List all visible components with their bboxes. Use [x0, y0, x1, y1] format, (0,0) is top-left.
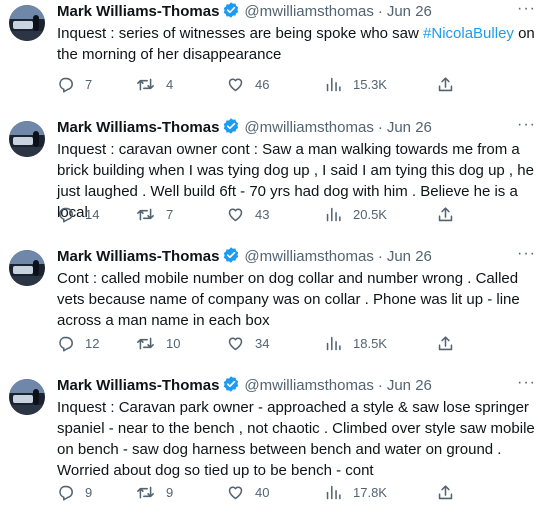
reply-count: 12 [85, 335, 100, 351]
author-name[interactable]: Mark Williams-Thomas [57, 119, 219, 136]
separator-dot: · [377, 377, 383, 394]
heart-icon [227, 335, 244, 352]
verified-badge-icon [222, 117, 240, 141]
author-name[interactable]: Mark Williams-Thomas [57, 3, 219, 20]
like-button[interactable]: 46 [227, 74, 269, 94]
tweet-date[interactable]: Jun 26 [387, 377, 432, 394]
author-handle[interactable]: @mwilliamsthomas [244, 377, 373, 394]
share-button[interactable] [437, 482, 454, 502]
tweet-date[interactable]: Jun 26 [387, 119, 432, 136]
action-bar: 12 10 34 18.5K [57, 333, 497, 353]
retweet-count: 9 [166, 484, 174, 500]
retweet-count: 7 [166, 206, 174, 222]
tweet-date[interactable]: Jun 26 [387, 3, 432, 20]
like-button[interactable]: 40 [227, 482, 269, 502]
like-count: 34 [255, 335, 270, 351]
heart-icon [227, 206, 244, 223]
reply-count: 9 [85, 484, 93, 500]
tweet-text: Cont : called mobile number on dog colla… [57, 270, 520, 329]
reply-button[interactable]: 9 [57, 482, 92, 502]
avatar[interactable] [9, 379, 45, 415]
views-button[interactable]: 18.5K [325, 333, 387, 353]
author-handle[interactable]: @mwilliamsthomas [244, 119, 373, 136]
separator-dot: · [377, 248, 383, 265]
reply-icon [57, 335, 74, 352]
share-button[interactable] [437, 74, 454, 94]
tweet-header: Mark Williams-Thomas @mwilliamsthomas · Jun… [57, 117, 432, 137]
avatar[interactable] [9, 5, 45, 41]
tweet-text: Inquest : series of witnesses are being … [57, 23, 537, 65]
separator-dot: · [377, 3, 383, 20]
reply-icon [57, 76, 74, 93]
tweet-header: Mark Williams-Thomas @mwilliamsthomas · Jun… [57, 246, 432, 266]
reply-button[interactable]: 7 [57, 74, 92, 94]
verified-badge-icon [222, 375, 240, 399]
retweet-icon [136, 206, 155, 223]
retweet-button[interactable]: 7 [136, 204, 173, 224]
verified-badge-icon [222, 246, 240, 270]
views-icon [325, 206, 342, 223]
share-icon [437, 76, 454, 93]
avatar[interactable] [9, 250, 45, 286]
author-name[interactable]: Mark Williams-Thomas [57, 377, 219, 394]
action-bar: 7 4 46 15.3K [57, 74, 497, 94]
retweet-icon [136, 76, 155, 93]
like-count: 43 [255, 206, 270, 222]
like-button[interactable]: 34 [227, 333, 269, 353]
more-dots-icon[interactable]: ··· [517, 245, 536, 263]
views-button[interactable]: 20.5K [325, 204, 387, 224]
tweet-text-part: Inquest : series of witnesses are being … [57, 25, 424, 42]
views-button[interactable]: 15.3K [325, 74, 387, 94]
retweet-button[interactable]: 4 [136, 74, 173, 94]
reply-button[interactable]: 14 [57, 204, 99, 224]
author-handle[interactable]: @mwilliamsthomas [244, 248, 373, 265]
hashtag-link[interactable]: #NicolaBulley [423, 25, 514, 42]
verified-badge-icon [222, 1, 240, 25]
view-count: 17.8K [353, 484, 387, 500]
heart-icon [227, 484, 244, 501]
tweet-header: Mark Williams-Thomas @mwilliamsthomas · Jun… [57, 375, 432, 395]
reply-icon [57, 484, 74, 501]
tweet-text: Inquest : Caravan park owner - approache… [57, 399, 535, 479]
retweet-button[interactable]: 10 [136, 333, 180, 353]
author-name[interactable]: Mark Williams-Thomas [57, 248, 219, 265]
reply-icon [57, 206, 74, 223]
views-icon [325, 484, 342, 501]
view-count: 20.5K [353, 206, 387, 222]
more-dots-icon[interactable]: ··· [517, 0, 536, 18]
view-count: 15.3K [353, 76, 387, 92]
more-dots-icon[interactable]: ··· [517, 116, 536, 134]
like-count: 40 [255, 484, 270, 500]
retweet-count: 10 [166, 335, 181, 351]
views-icon [325, 76, 342, 93]
action-bar: 14 7 43 20.5K [57, 204, 497, 224]
views-icon [325, 335, 342, 352]
action-bar: 9 9 40 17.8K [57, 482, 497, 502]
more-dots-icon[interactable]: ··· [517, 374, 536, 392]
tweet-header: Mark Williams-Thomas @mwilliamsthomas · Jun… [57, 1, 432, 21]
share-icon [437, 484, 454, 501]
separator-dot: · [377, 119, 383, 136]
retweet-icon [136, 484, 155, 501]
reply-count: 7 [85, 76, 93, 92]
author-handle[interactable]: @mwilliamsthomas [244, 3, 373, 20]
share-button[interactable] [437, 204, 454, 224]
share-icon [437, 335, 454, 352]
share-icon [437, 206, 454, 223]
reply-count: 14 [85, 206, 100, 222]
share-button[interactable] [437, 333, 454, 353]
heart-icon [227, 76, 244, 93]
retweet-icon [136, 335, 155, 352]
tweet-date[interactable]: Jun 26 [387, 248, 432, 265]
view-count: 18.5K [353, 335, 387, 351]
retweet-button[interactable]: 9 [136, 482, 173, 502]
avatar[interactable] [9, 121, 45, 157]
like-count: 46 [255, 76, 270, 92]
reply-button[interactable]: 12 [57, 333, 99, 353]
views-button[interactable]: 17.8K [325, 482, 387, 502]
retweet-count: 4 [166, 76, 174, 92]
like-button[interactable]: 43 [227, 204, 269, 224]
